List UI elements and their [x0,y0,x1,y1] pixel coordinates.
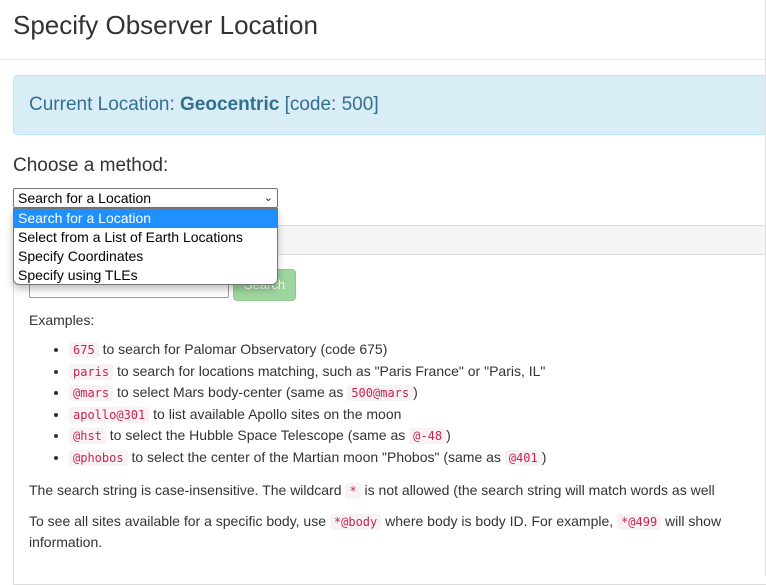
current-location-name: Geocentric [180,94,280,115]
example-text: to select the Hubble Space Telescope (sa… [105,427,410,444]
chevron-down-icon: ⌄ [263,192,273,204]
title-divider [0,59,766,60]
example-code-alt: @-48 [409,428,447,445]
example-text: to list available Apollo sites on the mo… [149,405,402,422]
list-item: apollo@301 to list available Apollo site… [69,404,546,426]
example-tail: ) [446,427,451,444]
method-option-search[interactable]: Search for a Location [14,209,277,228]
note-text: will show [661,513,722,529]
note-text: where body is body ID. For example, [381,513,618,529]
example-text: to select the center of the Martian moon… [127,448,505,465]
example-code-alt: 500@mars [347,385,414,402]
method-option-tles[interactable]: Specify using TLEs [14,266,277,284]
example-tail: ) [413,384,418,401]
method-select-value: Search for a Location [18,190,152,206]
body-sites-note: To see all sites available for a specifi… [29,510,721,533]
example-code: 675 [69,342,99,358]
example-text: to search for Palomar Observatory (code … [98,341,388,357]
note-text: is not allowed (the search string will m… [360,482,715,498]
list-item: paris to search for locations matching, … [69,361,546,383]
list-item: @phobos to select the center of the Mart… [69,447,546,469]
example-tail: ) [541,448,547,465]
page-title: Specify Observer Location [13,10,318,40]
examples-label: Examples: [29,312,95,328]
example-code: paris [69,363,114,380]
body-sites-note-continued: information. [29,534,103,550]
note-text: To see all sites available for a specifi… [29,513,330,529]
method-dropdown-list[interactable]: Search for a Location Select from a List… [13,208,278,285]
example-code: @phobos [69,449,128,466]
method-option-coordinates[interactable]: Specify Coordinates [14,247,277,266]
current-location-prefix: Current Location: [29,94,175,115]
list-item: 675 to search for Palomar Observatory (c… [69,339,546,361]
example-text: to search for locations matching, such a… [113,362,546,379]
example-code: apollo@301 [69,406,150,423]
method-option-earth-list[interactable]: Select from a List of Earth Locations [14,228,277,247]
example-code-alt: @401 [504,449,542,466]
body-example-code: *@499 [617,514,662,530]
example-text: to select Mars body-center (same as [113,384,348,401]
case-insensitive-note: The search string is case-insensitive. T… [29,479,715,502]
note-text: The search string is case-insensitive. T… [29,482,346,498]
body-code: *@body [329,514,382,530]
method-label: Choose a method: [13,155,169,176]
list-item: @hst to select the Hubble Space Telescop… [69,425,546,447]
method-select[interactable]: Search for a Location ⌄ [13,188,278,208]
example-code: @mars [69,385,114,402]
example-code: @hst [69,428,106,445]
current-location-banner: Current Location: Geocentric [code: 500] [13,75,766,135]
examples-list: 675 to search for Palomar Observatory (c… [51,339,546,469]
list-item: @mars to select Mars body-center (same a… [69,382,546,404]
current-location-code: [code: 500] [284,94,379,115]
wildcard-code: * [345,483,361,499]
